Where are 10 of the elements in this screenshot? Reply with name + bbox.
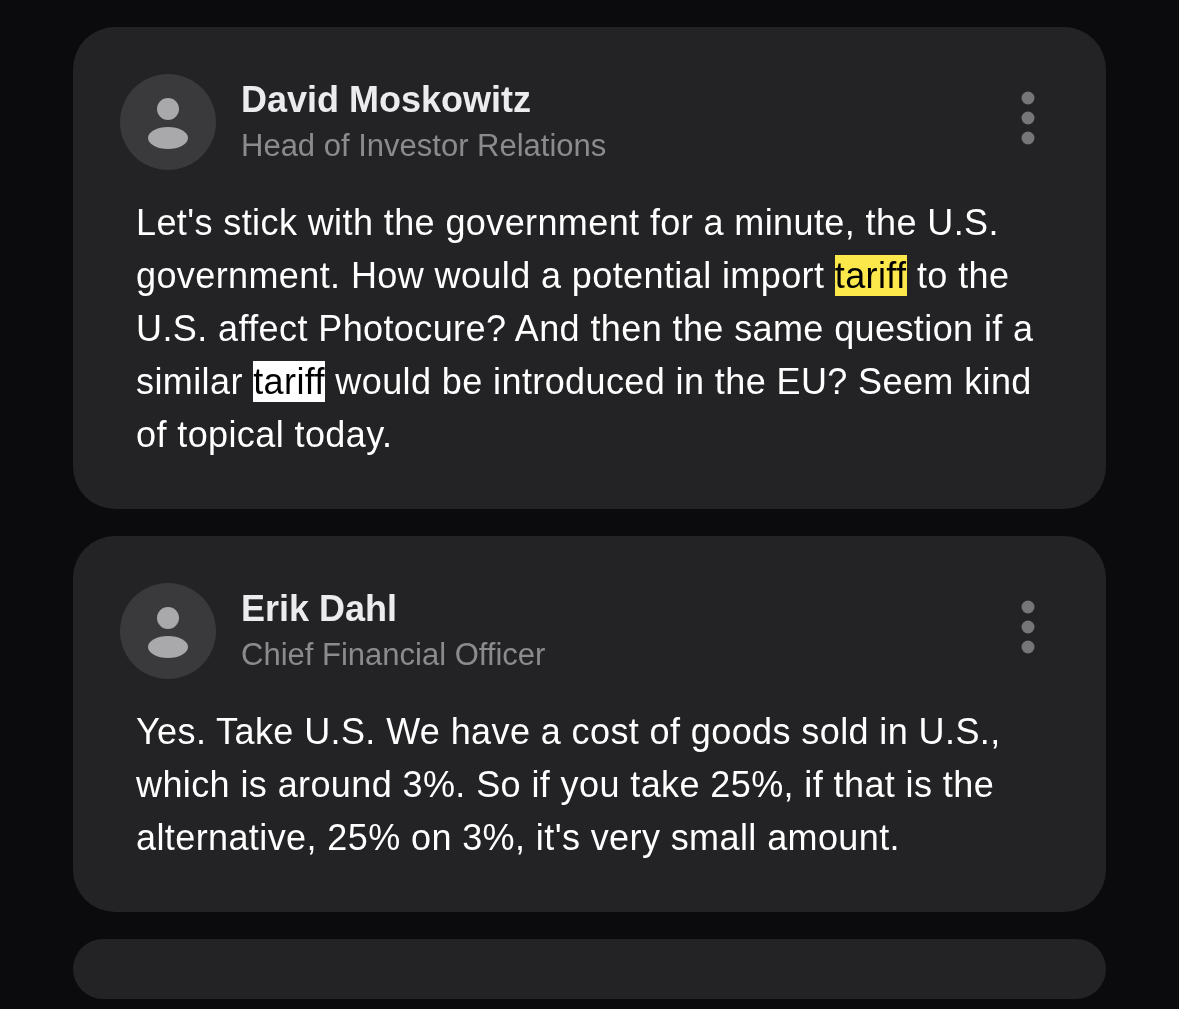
avatar-icon [120,74,216,170]
speaker-role: Head of Investor Relations [241,127,608,165]
message-text: Yes. Take U.S. We have a cost of goods sold in U.S., which is around 3%. So if you take 25%, if that is the alternative, 25% on 3%, it's very small amount. [136,710,1002,860]
message-text: Let's stick with the government for a minute, the U.S. government. How would a potential import tariff to the U.S. affect Photocure? And then the same question if a similar tariff would be introduced in the EU? Seem kind of topical today. [136,201,1035,457]
more-options-icon[interactable] [1020,599,1036,655]
speaker-role: Chief Financial Officer [241,636,547,674]
speaker-name: Erik Dahl [241,587,399,631]
more-options-icon[interactable] [1020,90,1036,146]
speaker-name: David Moskowitz [241,78,533,122]
avatar-icon [120,583,216,679]
